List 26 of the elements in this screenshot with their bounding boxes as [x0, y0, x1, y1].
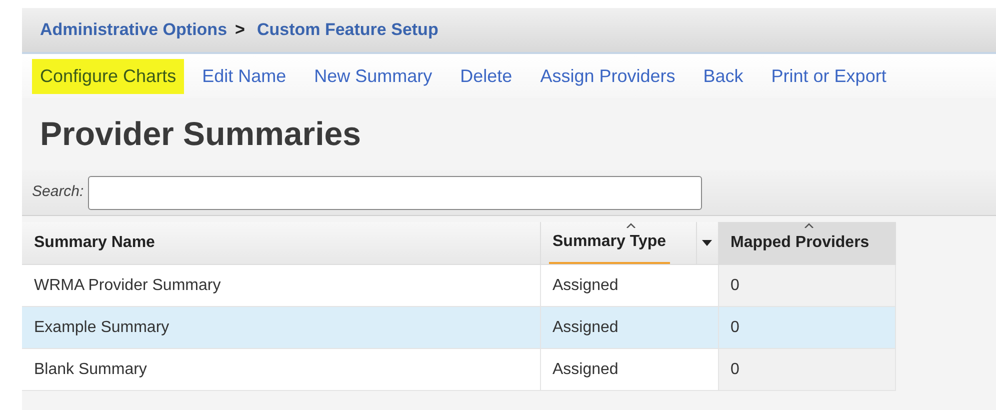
table-row[interactable]: Example Summary Assigned 0 — [22, 306, 895, 348]
toolbar-link[interactable]: Assign Providers — [540, 58, 676, 94]
dropdown-arrow-icon — [702, 240, 712, 246]
breadcrumb-link[interactable]: Administrative Options — [40, 17, 228, 43]
search-field[interactable] — [88, 176, 702, 210]
table-cell: 0 — [718, 348, 895, 390]
toolbar-link[interactable]: Configure Charts — [32, 58, 184, 94]
toolbar-link[interactable]: Back — [703, 58, 744, 94]
breadcrumb-separator: > — [235, 19, 245, 42]
toolbar-link[interactable]: Edit Name — [202, 58, 286, 94]
sort-caret-icon — [626, 223, 636, 228]
breadcrumb-link[interactable]: Custom Feature Setup — [256, 17, 438, 43]
search-label: Search: — [32, 182, 84, 202]
table-row[interactable]: WRMA Provider Summary Assigned 0 — [22, 264, 895, 306]
column-header[interactable]: Summary Name — [22, 222, 540, 264]
column-header[interactable]: Summary Type — [540, 222, 718, 264]
sort-caret-icon — [804, 223, 814, 228]
table-row[interactable]: Blank Summary Assigned 0 — [22, 348, 895, 390]
table-cell: 0 — [718, 264, 895, 306]
page-title: Provider Summaries — [40, 114, 361, 154]
toolbar-link[interactable]: Print or Export — [771, 58, 886, 94]
toolbar-link[interactable]: New Summary — [314, 58, 432, 94]
table-cell: Assigned — [540, 348, 718, 390]
column-header[interactable]: Mapped Providers — [718, 222, 895, 264]
toolbar-link[interactable]: Delete — [460, 58, 512, 94]
table-cell: Blank Summary — [22, 348, 540, 390]
